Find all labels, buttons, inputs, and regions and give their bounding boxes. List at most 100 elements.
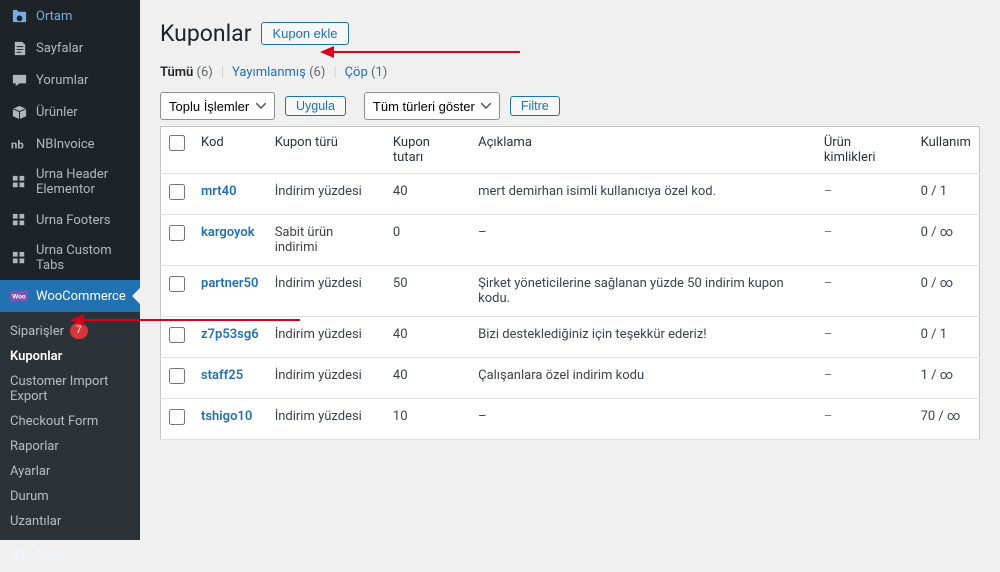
row-checkbox[interactable] (169, 225, 185, 241)
submenu-item-label: Customer Import Export (10, 374, 130, 404)
row-checkbox[interactable] (169, 276, 185, 292)
submenu-item-ayarlar[interactable]: Ayarlar (0, 459, 140, 484)
nb-icon: nb (10, 135, 28, 153)
cell-type: İndirim yüzdesi (267, 399, 385, 440)
sidebar-item-pano[interactable]: Pano (0, 540, 140, 572)
submenu-item-label: Durum (10, 489, 49, 504)
cell-product-ids: – (816, 358, 913, 399)
sidebar-item-urna-header-elementor[interactable]: Urna Header Elementor (0, 160, 140, 204)
svg-text:nb: nb (11, 137, 24, 151)
cell-type: İndirim yüzdesi (267, 317, 385, 358)
table-row: z7p53sg6İndirim yüzdesi40Bizi destekledi… (161, 317, 980, 358)
page-title: Kuponlar (160, 20, 251, 47)
sidebar-item-urna-footers[interactable]: Urna Footers (0, 204, 140, 236)
col-desc[interactable]: Açıklama (470, 127, 816, 174)
cell-usage: 1 / ∞ (913, 358, 980, 399)
cell-type: İndirim yüzdesi (267, 358, 385, 399)
cell-usage: 0 / 1 (913, 317, 980, 358)
sidebar-item-label: Ürünler (36, 105, 78, 120)
table-row: partner50İndirim yüzdesi50Şirket yönetic… (161, 266, 980, 317)
table-row: staff25 İndirim yüzdesi40Çalışanlara özel… (161, 358, 980, 399)
page-header: Kuponlar Kupon ekle (160, 20, 980, 47)
grid-icon (10, 211, 28, 229)
cell-type: Sabit ürün indirimi (267, 215, 385, 266)
col-amount[interactable]: Kupon tutarı (385, 127, 470, 174)
cell-amount: 40 (385, 358, 470, 399)
sidebar-item-label: Ortam (36, 9, 72, 24)
submenu-item-durum[interactable]: Durum (0, 484, 140, 509)
cell-desc: mert demirhan isimli kullanıcıya özel ko… (470, 174, 816, 215)
cell-usage: 70 / ∞ (913, 399, 980, 440)
cell-product-ids: – (816, 174, 913, 215)
main-content: Kuponlar Kupon ekle Tümü (6)|Yayımlanmış… (140, 0, 1000, 516)
cell-type: İndirim yüzdesi (267, 174, 385, 215)
cell-desc: Çalışanlara özel indirim kodu (470, 358, 816, 399)
submenu-item-checkout-form[interactable]: Checkout Form (0, 409, 140, 434)
badge: 7 (70, 323, 88, 339)
row-checkbox[interactable] (169, 327, 185, 343)
bulk-action-select[interactable]: Toplu İşlemler (160, 92, 275, 120)
submenu-item-raporlar[interactable]: Raporlar (0, 434, 140, 459)
sidebar-item-label: Yorumlar (36, 73, 88, 88)
sidebar-item-yorumlar[interactable]: Yorumlar (0, 64, 140, 96)
apply-button[interactable]: Uygula (285, 96, 346, 116)
coupon-type-select[interactable]: Tüm türleri göster (364, 92, 500, 120)
row-checkbox[interactable] (169, 184, 185, 200)
submenu-item-uzantılar[interactable]: Uzantılar (0, 509, 140, 534)
coupon-code-link[interactable]: kargoyok (201, 225, 255, 240)
sidebar-item-label: WooCommerce (36, 289, 126, 304)
cell-desc: – (470, 215, 816, 266)
sidebar-item-label: NBInvoice (36, 137, 95, 152)
table-row: tshigo10İndirim yüzdesi10––70 / ∞ (161, 399, 980, 440)
filter-button[interactable]: Filtre (510, 96, 560, 116)
coupon-code-link[interactable]: tshigo10 (201, 409, 252, 424)
submenu-item-label: Raporlar (10, 439, 59, 454)
col-code[interactable]: Kod (193, 127, 267, 174)
admin-sidebar: Ortam Sayfalar Yorumlar Ürünler nb NBInvoice U… (0, 0, 140, 516)
sidebar-item-label: Urna Custom Tabs (36, 243, 132, 273)
coupon-code-link[interactable]: mrt40 (201, 184, 237, 199)
submenu-item-siparişler[interactable]: Siparişler 7 (0, 318, 140, 344)
add-coupon-button[interactable]: Kupon ekle (261, 22, 348, 45)
col-type[interactable]: Kupon türü (267, 127, 385, 174)
submenu-item-kuponlar[interactable]: Kuponlar (0, 344, 140, 369)
grid-icon (10, 547, 28, 565)
cell-amount: 40 (385, 174, 470, 215)
cell-product-ids: – (816, 215, 913, 266)
comment-icon (10, 71, 28, 89)
sidebar-item-urna-custom-tabs[interactable]: Urna Custom Tabs (0, 236, 140, 280)
cell-desc: Şirket yöneticilerine sağlanan yüzde 50 … (470, 266, 816, 317)
box-icon (10, 103, 28, 121)
row-checkbox[interactable] (169, 409, 185, 425)
sidebar-item-woocommerce[interactable]: Woo WooCommerce (0, 280, 140, 312)
sidebar-item-ortam[interactable]: Ortam (0, 0, 140, 32)
coupon-code-link[interactable]: partner50 (201, 276, 258, 291)
cell-usage: 0 / ∞ (913, 215, 980, 266)
cell-product-ids: – (816, 317, 913, 358)
sidebar-item-sayfalar[interactable]: Sayfalar (0, 32, 140, 64)
table-row: mrt40 İndirim yüzdesi40mert demirhan isim… (161, 174, 980, 215)
filter-view[interactable]: Çöp (345, 65, 368, 80)
sidebar-item-nbinvoice[interactable]: nb NBInvoice (0, 128, 140, 160)
submenu-item-label: Checkout Form (10, 414, 98, 429)
cell-amount: 0 (385, 215, 470, 266)
media-icon (10, 7, 28, 25)
col-product-ids[interactable]: Ürün kimlikleri (816, 127, 913, 174)
sidebar-item-ürünler[interactable]: Ürünler (0, 96, 140, 128)
svg-text:Woo: Woo (12, 294, 26, 301)
select-all-checkbox[interactable] (169, 135, 185, 151)
cell-usage: 0 / ∞ (913, 266, 980, 317)
tablenav: Toplu İşlemler Uygula Tüm türleri göster… (160, 92, 980, 120)
coupon-code-link[interactable]: staff25 (201, 368, 243, 383)
row-checkbox[interactable] (169, 368, 185, 384)
coupon-code-link[interactable]: z7p53sg6 (201, 327, 259, 342)
submenu-item-label: Ayarlar (10, 464, 50, 479)
submenu-item-label: Uzantılar (10, 514, 61, 529)
filter-view[interactable]: Tümü (160, 65, 193, 80)
filter-views: Tümü (6)|Yayımlanmış (6)|Çöp (1) (160, 65, 980, 80)
col-usage[interactable]: Kullanım (913, 127, 980, 174)
submenu-item-label: Siparişler (10, 324, 64, 339)
cell-type: İndirim yüzdesi (267, 266, 385, 317)
submenu-item-customer-import-export[interactable]: Customer Import Export (0, 369, 140, 409)
filter-view[interactable]: Yayımlanmış (232, 65, 306, 80)
